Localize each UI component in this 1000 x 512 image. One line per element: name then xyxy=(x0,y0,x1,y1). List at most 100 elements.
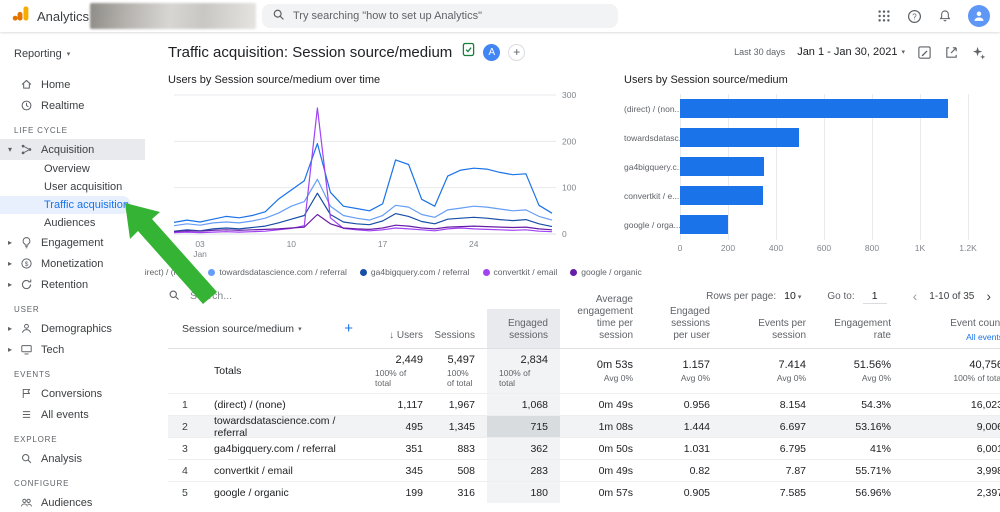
legend-label: convertkit / email xyxy=(493,267,558,277)
svg-text:10: 10 xyxy=(287,239,297,249)
previous-page-icon[interactable]: ‹ xyxy=(909,289,922,303)
global-search[interactable]: Try searching "how to set up Analytics" xyxy=(262,4,618,28)
sidebar-item-label: Realtime xyxy=(41,99,85,112)
edit-report-icon[interactable] xyxy=(917,45,932,60)
totals-value: 2,449 xyxy=(395,354,423,366)
column-subheader-link[interactable]: All events xyxy=(966,332,1000,342)
bar[interactable] xyxy=(680,186,763,205)
sidebar-item-conversions[interactable]: Conversions xyxy=(0,383,145,404)
bar-row[interactable]: (direct) / (non... xyxy=(624,94,968,123)
sidebar-item-acquisition[interactable]: ▾ Acquisition xyxy=(0,139,145,160)
sidebar-item-realtime[interactable]: Realtime xyxy=(0,95,145,116)
row-value-cell: 53.16% xyxy=(855,420,891,433)
table-row[interactable]: 5 google / organic 199 316 180 0m 57s 0.905 7.5… xyxy=(168,481,1000,503)
sidebar-item-demographics[interactable]: ▸ Demographics xyxy=(0,318,145,339)
sidebar-item-label: Tech xyxy=(41,343,65,356)
analytics-logo[interactable]: Analytics xyxy=(0,4,89,28)
flag-icon xyxy=(20,387,33,400)
bar-chart-title: Users by Session source/medium xyxy=(624,74,788,86)
sidebar-item-retention[interactable]: ▸ Retention xyxy=(0,274,145,295)
add-column-button[interactable]: + xyxy=(344,320,353,337)
sidebar-item-label: Analysis xyxy=(41,452,82,465)
column-header-dimension[interactable]: Session source/medium ▾ + xyxy=(168,309,363,348)
sidebar-item-analysis[interactable]: Analysis xyxy=(0,448,145,469)
column-header-engagement-rate[interactable]: Engagement rate xyxy=(818,309,903,348)
sidebar-item-monetization[interactable]: ▸ $ Monetization xyxy=(0,253,145,274)
bar[interactable] xyxy=(680,128,799,147)
next-page-icon[interactable]: › xyxy=(982,289,995,303)
sidebar-item-tech[interactable]: ▸ Tech xyxy=(0,339,145,360)
row-value-cell: 1.444 xyxy=(683,420,710,433)
column-header-label: Average engagement time per session xyxy=(577,294,633,341)
bar-row[interactable]: google / orga... xyxy=(624,210,968,239)
bar-row[interactable]: towardsdatasc... xyxy=(624,123,968,152)
sidebar-item-label: Conversions xyxy=(41,387,103,400)
add-comparison-button[interactable]: + xyxy=(508,43,526,61)
svg-text:24: 24 xyxy=(469,239,479,249)
apps-grid-icon[interactable] xyxy=(877,9,891,23)
insights-icon[interactable] xyxy=(971,45,986,60)
help-icon[interactable]: ? xyxy=(907,9,922,24)
table-search-input[interactable] xyxy=(188,289,368,303)
column-header-events-per-session[interactable]: Events per session xyxy=(722,309,818,348)
row-value-cell: 0m 50s xyxy=(598,442,633,455)
table-row[interactable]: 3 ga4bigquery.com / referral 351 883 362 0m 5… xyxy=(168,437,1000,459)
row-value-cell: 495 xyxy=(405,420,423,433)
sidebar-item-traffic-acquisition[interactable]: Traffic acquisition xyxy=(0,196,131,214)
totals-value: 40,756 xyxy=(969,359,1000,371)
row-value-cell: 199 xyxy=(405,486,423,499)
go-to-page-input[interactable] xyxy=(862,288,887,304)
bar[interactable] xyxy=(680,157,765,176)
date-range-picker[interactable]: Jan 1 - Jan 30, 2021 ▾ xyxy=(797,46,905,58)
table-row[interactable]: 4 convertkit / email 345 508 283 0m 49s 0.82 7.… xyxy=(168,459,1000,481)
share-report-icon[interactable] xyxy=(944,45,959,60)
account-name-redacted[interactable] xyxy=(90,3,256,29)
line-chart[interactable]: 0 100 200 300 03Jan 10 17 24 xyxy=(168,90,600,260)
column-header-sessions[interactable]: Sessions xyxy=(434,309,487,348)
bar-row[interactable]: ga4bigquery.c... xyxy=(624,152,968,181)
totals-value: 51.56% xyxy=(853,359,891,371)
bar[interactable] xyxy=(680,99,949,118)
analytics-logo-icon xyxy=(12,4,31,28)
app-bar: Analytics Try searching "how to set up A… xyxy=(0,0,1000,32)
sidebar-item-all-events[interactable]: All events xyxy=(0,404,145,425)
bar-row[interactable]: convertkit / e... xyxy=(624,181,968,210)
comparison-badge[interactable]: A xyxy=(483,43,501,61)
notifications-bell-icon[interactable] xyxy=(938,9,952,23)
bar[interactable] xyxy=(680,215,728,234)
column-header-users[interactable]: ↓ Users xyxy=(363,309,435,348)
sidebar-item-user-acquisition[interactable]: User acquisition xyxy=(0,178,131,196)
row-value-cell: 715 xyxy=(487,416,560,437)
sidebar-item-engagement[interactable]: ▸ Engagement xyxy=(0,232,145,253)
reporting-selector[interactable]: Reporting ▾ xyxy=(0,40,145,74)
sidebar-item-overview[interactable]: Overview xyxy=(0,160,131,178)
column-header-engaged-sessions-per-user[interactable]: Engaged sessions per user xyxy=(645,306,722,348)
column-header-event-count[interactable]: Event count All events xyxy=(903,309,1000,348)
row-name: google / organic xyxy=(214,486,289,499)
sidebar-item-audiences[interactable]: Audiences xyxy=(0,214,131,232)
table-pagination: Rows per page: 10▾ Go to: ‹ 1-10 of 35 › xyxy=(706,288,995,304)
legend-label: towardsdatascience.com / referral xyxy=(219,267,347,277)
table-row[interactable]: 2 towardsdatascience.com / referral 495 1,3… xyxy=(168,415,1000,439)
svg-text:100: 100 xyxy=(562,183,576,193)
table-row[interactable]: 1 (direct) / (none) 1,117 1,967 1,068 0m 49s 0… xyxy=(168,393,1000,415)
sidebar-item-audiences[interactable]: Audiences xyxy=(0,492,145,512)
charts-row: Users by Session source/medium over time… xyxy=(145,62,1000,277)
row-number: 2 xyxy=(182,420,188,433)
row-value-cell: 1,068 xyxy=(487,394,560,415)
gridline xyxy=(968,94,969,240)
column-header-engaged-sessions[interactable]: Engaged sessions xyxy=(487,309,560,348)
column-header-average-engagement-time-per-session[interactable]: Average engagement time per session xyxy=(560,294,645,348)
sidebar: Reporting ▾ Home Realtime LIFE CYCLE ▾ Acqui… xyxy=(0,32,145,512)
bar-chart[interactable]: (direct) / (non... towardsdatasc... ga4big… xyxy=(624,94,977,262)
svg-text:200: 200 xyxy=(562,136,576,146)
bar-track xyxy=(680,94,968,123)
svg-text:300: 300 xyxy=(562,90,576,100)
sidebar-item-home[interactable]: Home xyxy=(0,74,145,95)
row-value-cell: 508 xyxy=(457,464,475,477)
row-value-cell: 351 xyxy=(405,442,423,455)
user-avatar[interactable] xyxy=(968,5,990,27)
rows-per-page-select[interactable]: 10 ▾ xyxy=(784,290,801,302)
bar-category-label: google / orga... xyxy=(624,219,680,230)
dimension-header-label: Session source/medium xyxy=(182,322,295,335)
